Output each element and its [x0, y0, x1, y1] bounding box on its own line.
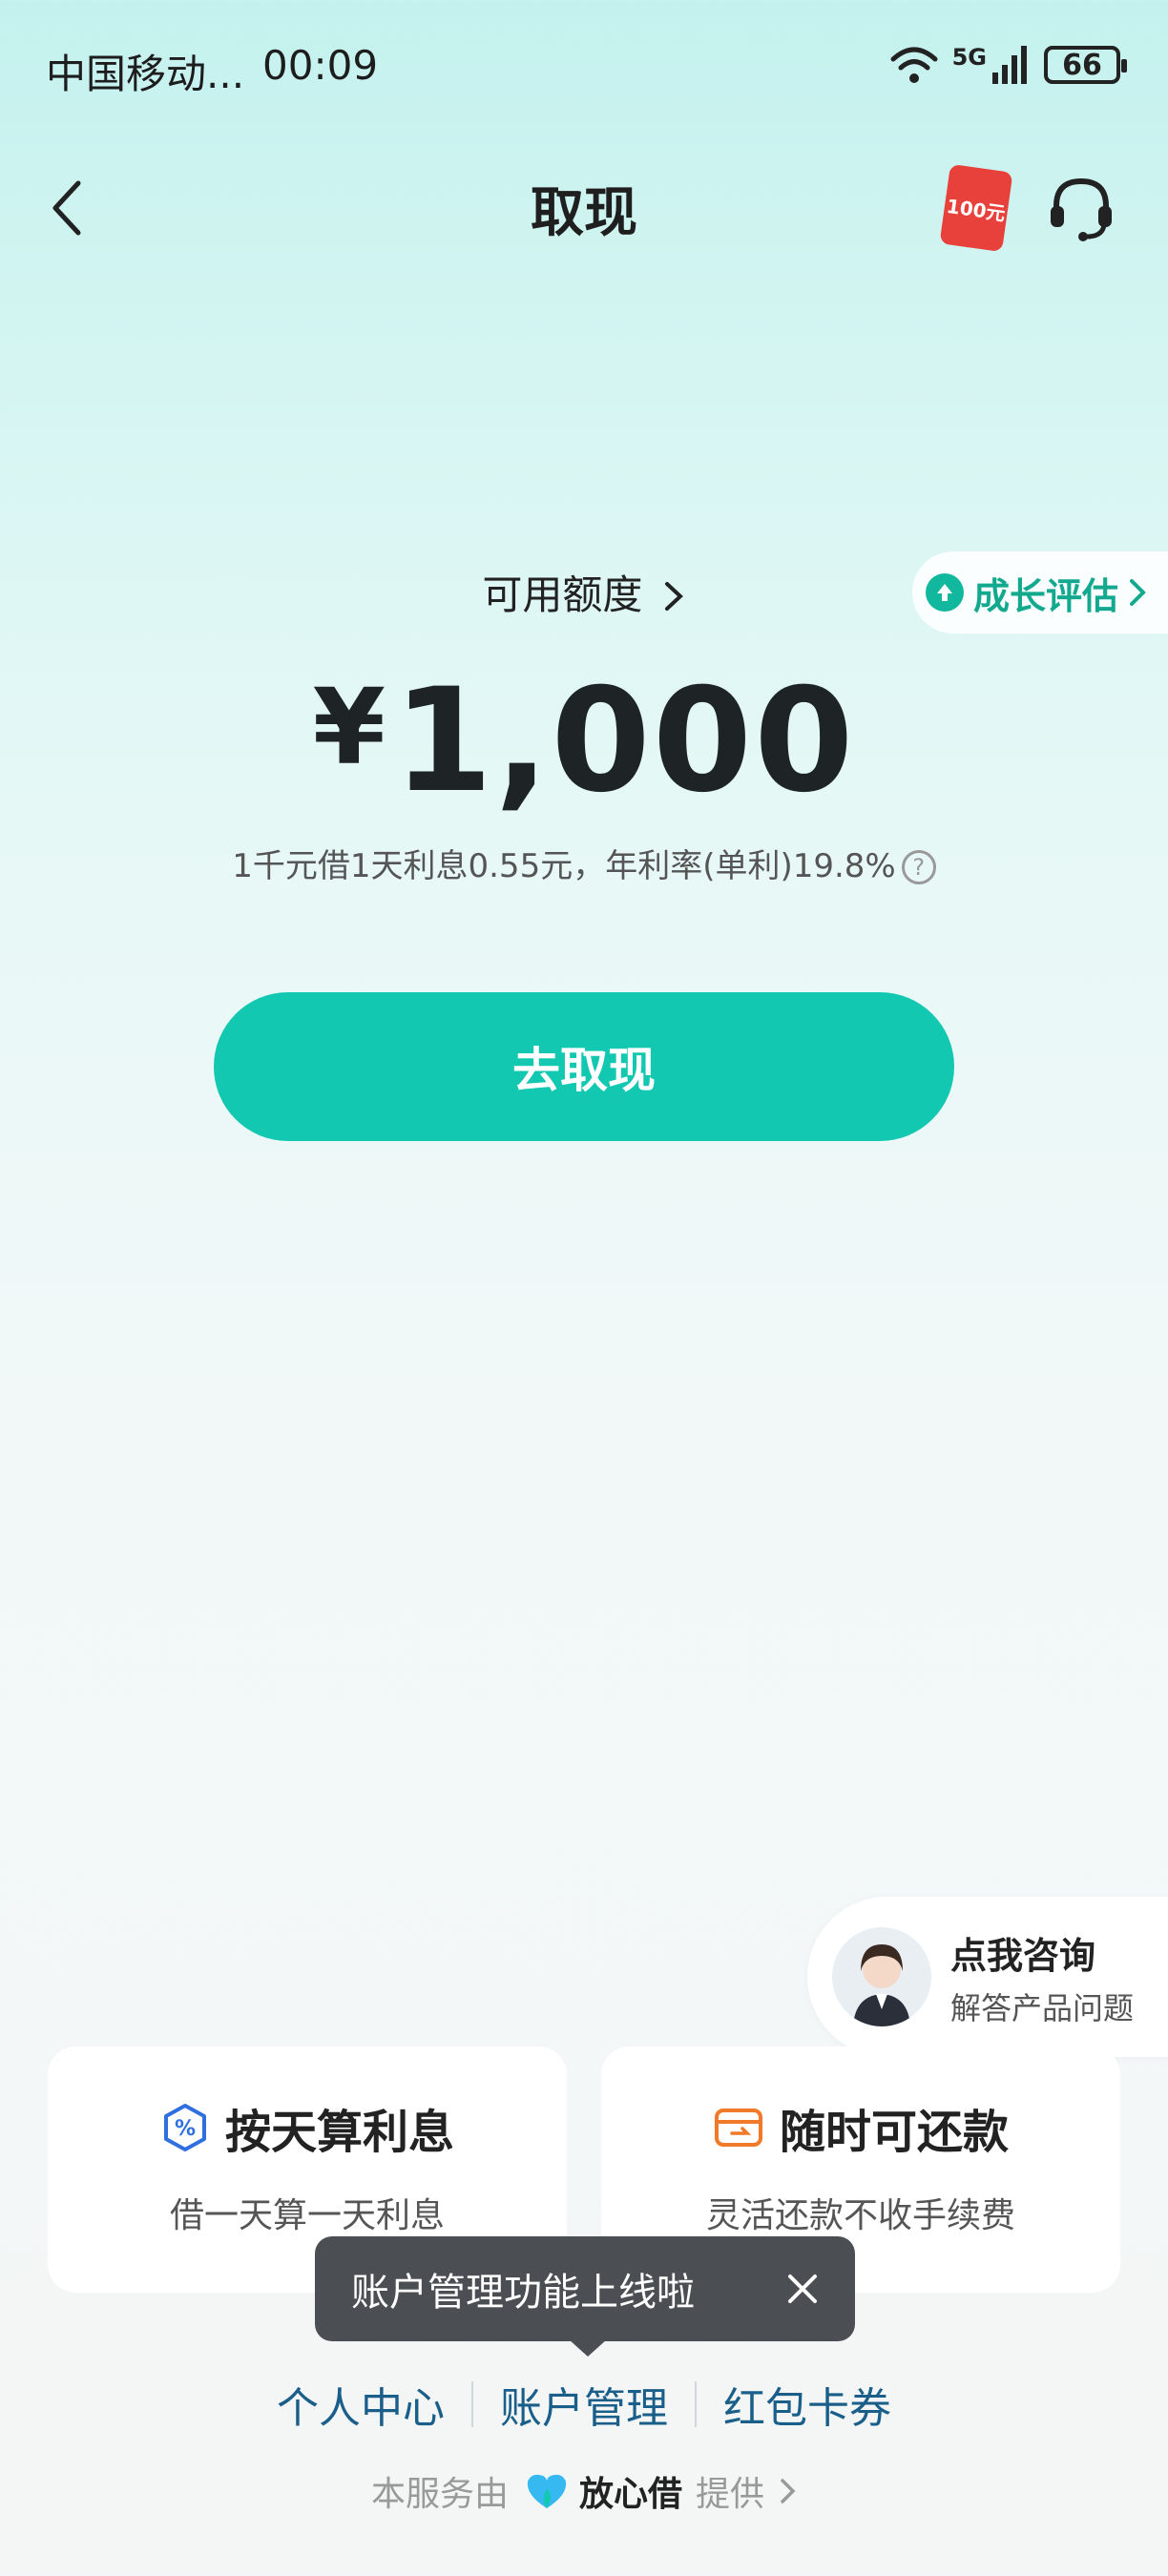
close-icon	[788, 2275, 817, 2303]
toast-text: 账户管理功能上线啦	[351, 2271, 695, 2315]
repay-card-icon	[714, 2109, 762, 2147]
interest-rate-text: 1千元借1天利息0.55元，年利率(单利)19.8%	[232, 847, 896, 885]
brand-heart-icon	[527, 2474, 567, 2508]
wifi-icon	[890, 47, 938, 83]
status-icons: 5G 66	[889, 38, 1127, 92]
withdraw-button[interactable]: 去取现	[214, 992, 954, 1141]
network-type: 5G	[951, 44, 987, 71]
link-account-management[interactable]: 账户管理	[473, 2374, 695, 2435]
growth-evaluation-label: 成长评估	[973, 574, 1119, 617]
credit-amount-value: 1,000	[393, 658, 856, 824]
feature-title: 随时可还款	[779, 2106, 1009, 2159]
growth-arrow-icon	[926, 573, 964, 612]
status-time: 00:09	[262, 42, 379, 89]
link-personal-center[interactable]: 个人中心	[250, 2374, 471, 2435]
provider-prefix: 本服务由	[370, 2475, 509, 2514]
battery-level: 66	[1062, 48, 1102, 82]
feature-subtitle: 借一天算一天利息	[169, 2196, 445, 2235]
redpacket-label: 100元	[945, 194, 1008, 225]
service-provider-link[interactable]: 本服务由 放心借 提供	[0, 2466, 1168, 2516]
headset-icon	[1051, 177, 1112, 241]
bottom-links: 个人中心 账户管理 红包卡券	[0, 2374, 1168, 2435]
carrier-name: 中国移动...	[46, 51, 245, 97]
percent-shield-icon: %	[163, 2104, 206, 2151]
consult-title: 点我咨询	[950, 1934, 1096, 1977]
provider-brand: 放心借	[522, 2466, 682, 2516]
provider-brand-name: 放心借	[578, 2475, 682, 2514]
consult-subtitle: 解答产品问题	[950, 1989, 1135, 2026]
credit-amount: ¥1,000	[0, 658, 1168, 824]
chevron-right-icon	[664, 582, 683, 611]
link-coupons[interactable]: 红包卡券	[697, 2374, 918, 2435]
svg-text:%: %	[175, 2117, 196, 2141]
chevron-right-icon	[781, 2479, 796, 2503]
toast-close-button[interactable]	[782, 2269, 823, 2309]
feature-subtitle: 灵活还款不收手续费	[705, 2196, 1015, 2235]
feature-title: 按天算利息	[224, 2106, 454, 2159]
available-credit-label: 可用额度	[482, 571, 643, 618]
consult-button[interactable]: 点我咨询 解答产品问题	[807, 1897, 1168, 2057]
interest-rate-info: 1千元借1天利息0.55元，年利率(单利)19.8%?	[0, 840, 1168, 886]
toast-arrow	[569, 2339, 607, 2357]
currency-symbol: ¥	[312, 666, 386, 788]
agent-avatar	[832, 1927, 931, 2026]
redpacket-button[interactable]: 100元	[939, 163, 1013, 253]
signal-icon	[992, 46, 1027, 84]
customer-service-button[interactable]	[1043, 170, 1119, 246]
question-icon[interactable]: ?	[901, 850, 936, 884]
toast-tooltip: 账户管理功能上线啦	[315, 2236, 855, 2341]
chevron-right-icon	[1130, 579, 1146, 606]
growth-evaluation-button[interactable]: 成长评估	[912, 551, 1168, 634]
battery-icon: 66	[1044, 46, 1127, 84]
provider-suffix: 提供	[696, 2475, 765, 2514]
